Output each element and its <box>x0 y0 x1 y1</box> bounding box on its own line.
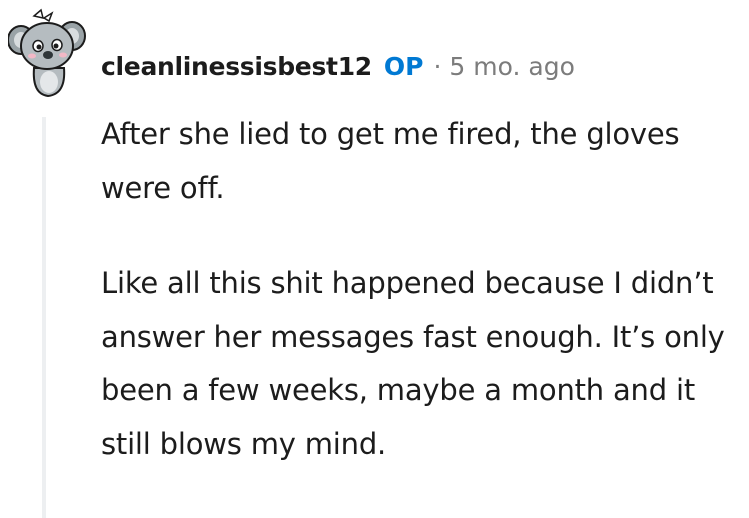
koala-avatar-icon[interactable] <box>7 8 88 98</box>
comment-timestamp-link[interactable]: 5 mo. ago <box>449 52 574 81</box>
comment-author-link[interactable]: cleanlinessisbest12 <box>101 52 372 81</box>
comment-paragraph: After she lied to get me fired, the glov… <box>101 117 680 205</box>
comment-paragraph: Like all this shit happened because I di… <box>101 266 725 461</box>
meta-separator: · <box>433 51 442 81</box>
comment-body: After she lied to get me fired, the glov… <box>101 108 741 471</box>
comment-header: cleanlinessisbest12 OP · 5 mo. ago <box>101 46 575 86</box>
thread-collapse-line[interactable] <box>42 117 46 518</box>
op-badge: OP <box>383 51 424 81</box>
